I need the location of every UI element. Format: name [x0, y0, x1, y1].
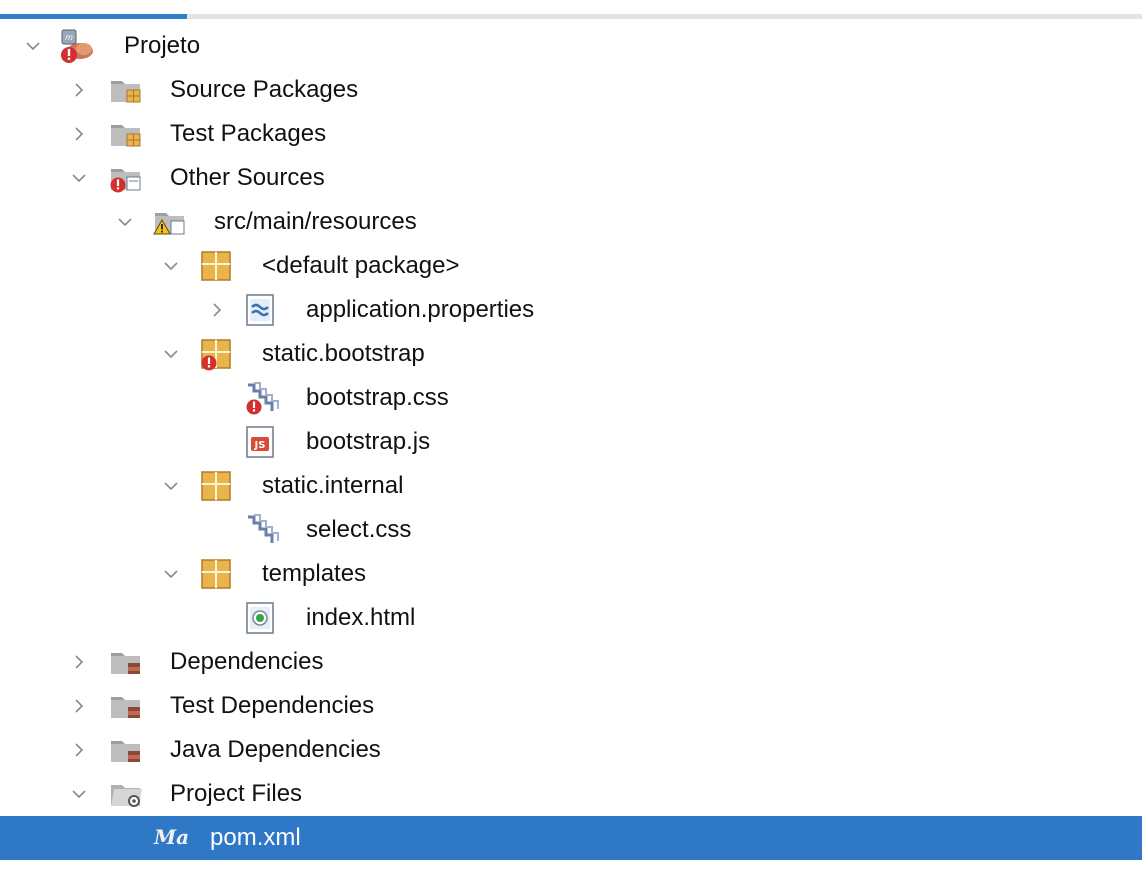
tree-label: index.html [306, 604, 416, 631]
package-icon [200, 249, 234, 283]
package-icon [200, 557, 234, 591]
tree-row-bootstrap-js[interactable]: JS bootstrap.js [0, 420, 1142, 464]
js-badge-text: JS [254, 440, 266, 451]
tree-row-static-internal[interactable]: static.internal [0, 464, 1142, 508]
tree-row-default-package[interactable]: <default package> [0, 244, 1142, 288]
tree-label: Test Packages [170, 120, 327, 147]
tree-row-projeto[interactable]: m Projeto [0, 24, 1142, 68]
tree-label: pom.xml [210, 824, 301, 851]
tree-row-bootstrap-css[interactable]: bootstrap.css [0, 376, 1142, 420]
tree-label: Java Dependencies [170, 736, 381, 763]
package-error-icon [200, 337, 234, 371]
tree-label: <default package> [262, 252, 460, 279]
chevron-down-icon[interactable] [22, 35, 44, 57]
chevron-right-icon[interactable] [206, 299, 228, 321]
css-file-icon [244, 513, 279, 547]
chevron-down-icon[interactable] [160, 563, 182, 585]
tree-label: Test Dependencies [170, 692, 375, 719]
folder-package-icon [108, 73, 142, 107]
svg-text:m: m [65, 33, 73, 42]
tree-label: bootstrap.css [306, 384, 449, 411]
tree-row-select-css[interactable]: select.css [0, 508, 1142, 552]
tree-row-pom-xml[interactable]: Ma pom.xml [0, 816, 1142, 860]
folder-library-icon [108, 689, 142, 723]
maven-badge-text: Ma [153, 825, 189, 849]
tree-label: Dependencies [170, 648, 324, 675]
tree-label: Project Files [170, 780, 303, 807]
tree-row-test-dependencies[interactable]: Test Dependencies [0, 684, 1142, 728]
chevron-down-icon[interactable] [114, 211, 136, 233]
package-icon [200, 469, 234, 503]
tree-row-static-bootstrap[interactable]: static.bootstrap [0, 332, 1142, 376]
tree-row-application-properties[interactable]: application.properties [0, 288, 1142, 332]
html-file-icon [244, 601, 278, 635]
tree-label: Source Packages [170, 76, 359, 103]
chevron-down-icon[interactable] [160, 475, 182, 497]
tree-label: select.css [306, 516, 412, 543]
chevron-down-icon[interactable] [160, 343, 182, 365]
tree-row-source-packages[interactable]: Source Packages [0, 68, 1142, 112]
tree-row-project-files[interactable]: Project Files [0, 772, 1142, 816]
tree-row-test-packages[interactable]: Test Packages [0, 112, 1142, 156]
chevron-right-icon[interactable] [68, 123, 90, 145]
folder-warning-icon [152, 205, 186, 239]
active-tab-indicator[interactable] [0, 14, 187, 19]
chevron-right-icon[interactable] [68, 695, 90, 717]
tree-label: src/main/resources [214, 208, 417, 235]
tree-label: application.properties [306, 296, 535, 323]
maven-project-icon: m [58, 29, 93, 63]
chevron-down-icon[interactable] [68, 167, 90, 189]
chevron-right-icon[interactable] [68, 739, 90, 761]
properties-file-icon [244, 293, 278, 327]
tree-row-src-main-resources[interactable]: src/main/resources [0, 200, 1142, 244]
chevron-right-icon[interactable] [68, 651, 90, 673]
tree-row-index-html[interactable]: index.html [0, 596, 1142, 640]
folder-library-icon [108, 733, 142, 767]
tree-label: Other Sources [170, 164, 325, 191]
tree-row-templates[interactable]: templates [0, 552, 1142, 596]
tree-label: templates [262, 560, 367, 587]
tree-label: Projeto [124, 32, 201, 59]
folder-library-icon [108, 645, 142, 679]
folder-package-icon [108, 117, 142, 151]
tab-strip [0, 0, 1142, 20]
tree-row-other-sources[interactable]: Other Sources [0, 156, 1142, 200]
js-file-icon: JS [244, 425, 278, 459]
tree-label: bootstrap.js [306, 428, 431, 455]
chevron-down-icon[interactable] [160, 255, 182, 277]
css-file-error-icon [244, 381, 279, 415]
tree-row-dependencies[interactable]: Dependencies [0, 640, 1142, 684]
tree-label: static.internal [262, 472, 404, 499]
folder-settings-icon [108, 777, 142, 811]
folder-error-icon [108, 161, 142, 195]
chevron-right-icon[interactable] [68, 79, 90, 101]
tree-label: static.bootstrap [262, 340, 425, 367]
maven-file-icon: Ma [152, 824, 189, 858]
tree-row-java-dependencies[interactable]: Java Dependencies [0, 728, 1142, 772]
chevron-down-icon[interactable] [68, 783, 90, 805]
